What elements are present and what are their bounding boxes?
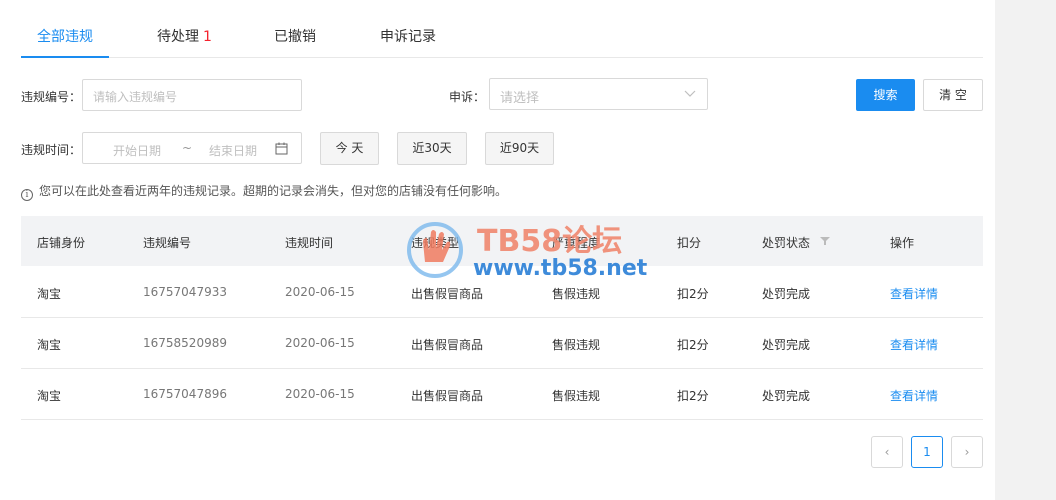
notice-text: 您可以在此处查看近两年的违规记录。超期的记录会消失，但对您的店铺没有任何影响。: [39, 184, 508, 198]
filter-icon[interactable]: [820, 236, 830, 246]
tab-all-violations[interactable]: 全部违规: [37, 26, 93, 46]
clear-button[interactable]: 清 空: [923, 79, 983, 111]
range-separator: ~: [182, 141, 193, 155]
today-button[interactable]: 今 天: [320, 132, 379, 165]
calendar-icon: [275, 142, 288, 155]
next-page-button[interactable]: ›: [951, 436, 983, 468]
page-background: [995, 0, 1056, 500]
tab-pending[interactable]: 待处理 1: [157, 26, 212, 46]
view-details-link[interactable]: 查看详情: [890, 285, 938, 302]
column-header: 处罚状态: [762, 236, 811, 250]
table-row: 淘宝 16757047896 2020-06-15 出售假冒商品 售假违规 扣2…: [21, 369, 983, 420]
violation-id-label: 违规编号：: [21, 90, 82, 104]
cell-violation-type: 出售假冒商品: [411, 287, 484, 301]
cell-severity: 售假违规: [552, 338, 601, 352]
forum-logo-icon: [407, 222, 463, 278]
pending-count-badge: 1: [203, 29, 212, 45]
page-1-button[interactable]: 1: [911, 436, 943, 468]
column-header: 操作: [890, 236, 915, 250]
appeal-label: 申诉：: [449, 90, 486, 104]
cell-violation-id: 16757047933: [143, 285, 227, 299]
cell-violation-type: 出售假冒商品: [411, 338, 484, 352]
violation-id-input[interactable]: 请输入违规编号: [82, 79, 302, 111]
tab-label: 待处理: [157, 29, 199, 45]
column-header: 违规编号: [143, 236, 192, 250]
cell-shop-identity: 淘宝: [37, 389, 62, 403]
cell-penalty-status: 处罚完成: [762, 338, 811, 352]
column-header: 违规时间: [285, 236, 334, 250]
cell-severity: 售假违规: [552, 287, 601, 301]
tab-label: 申诉记录: [380, 29, 436, 45]
table-row: 淘宝 16758520989 2020-06-15 出售假冒商品 售假违规 扣2…: [21, 318, 983, 369]
prev-page-button[interactable]: ‹: [871, 436, 903, 468]
tab-label: 已撤销: [274, 29, 316, 45]
violation-time-label: 违规时间：: [21, 143, 82, 157]
cell-deduction: 扣2分: [677, 389, 709, 403]
chevron-down-icon: [684, 90, 696, 97]
cell-violation-time: 2020-06-15: [285, 387, 355, 401]
cell-severity: 售假违规: [552, 389, 601, 403]
cell-penalty-status: 处罚完成: [762, 287, 811, 301]
cell-deduction: 扣2分: [677, 338, 709, 352]
violations-panel: 全部违规 待处理 1 已撤销 申诉记录 违规编号： 请输入违规编号 申诉： 请选择…: [0, 0, 995, 500]
info-icon: i: [21, 189, 33, 201]
last-90-days-button[interactable]: 近90天: [485, 132, 554, 165]
last-30-days-button[interactable]: 近30天: [397, 132, 467, 165]
cell-violation-type: 出售假冒商品: [411, 389, 484, 403]
cell-shop-identity: 淘宝: [37, 338, 62, 352]
appeal-select[interactable]: 请选择: [489, 78, 708, 110]
column-header: 店铺身份: [37, 236, 86, 250]
view-details-link[interactable]: 查看详情: [890, 387, 938, 404]
watermark-title: TB58论坛: [477, 224, 623, 259]
tab-appeal-records[interactable]: 申诉记录: [380, 26, 436, 46]
cell-violation-id: 16758520989: [143, 336, 227, 350]
forum-watermark: TB58论坛 www.tb58.net: [403, 214, 663, 284]
active-tab-indicator: [21, 56, 109, 58]
history-notice: i 您可以在此处查看近两年的违规记录。超期的记录会消失，但对您的店铺没有任何影响。: [21, 182, 507, 201]
cell-violation-time: 2020-06-15: [285, 336, 355, 350]
tab-bar: 全部违规 待处理 1 已撤销 申诉记录: [21, 0, 983, 58]
cell-penalty-status: 处罚完成: [762, 389, 811, 403]
tab-label: 全部违规: [37, 29, 93, 45]
cell-shop-identity: 淘宝: [37, 287, 62, 301]
cell-violation-id: 16757047896: [143, 387, 227, 401]
column-header: 扣分: [677, 236, 702, 250]
start-date-input[interactable]: 开始日期: [113, 142, 161, 159]
violation-id-placeholder: 请输入违规编号: [93, 90, 178, 104]
cell-violation-time: 2020-06-15: [285, 285, 355, 299]
appeal-placeholder: 请选择: [500, 91, 540, 106]
cell-deduction: 扣2分: [677, 287, 709, 301]
tab-revoked[interactable]: 已撤销: [274, 26, 316, 46]
watermark-url: www.tb58.net: [473, 256, 648, 281]
end-date-input[interactable]: 结束日期: [209, 142, 257, 159]
date-range-picker[interactable]: 开始日期 ~ 结束日期: [82, 132, 302, 164]
view-details-link[interactable]: 查看详情: [890, 336, 938, 353]
search-button[interactable]: 搜索: [856, 79, 915, 111]
